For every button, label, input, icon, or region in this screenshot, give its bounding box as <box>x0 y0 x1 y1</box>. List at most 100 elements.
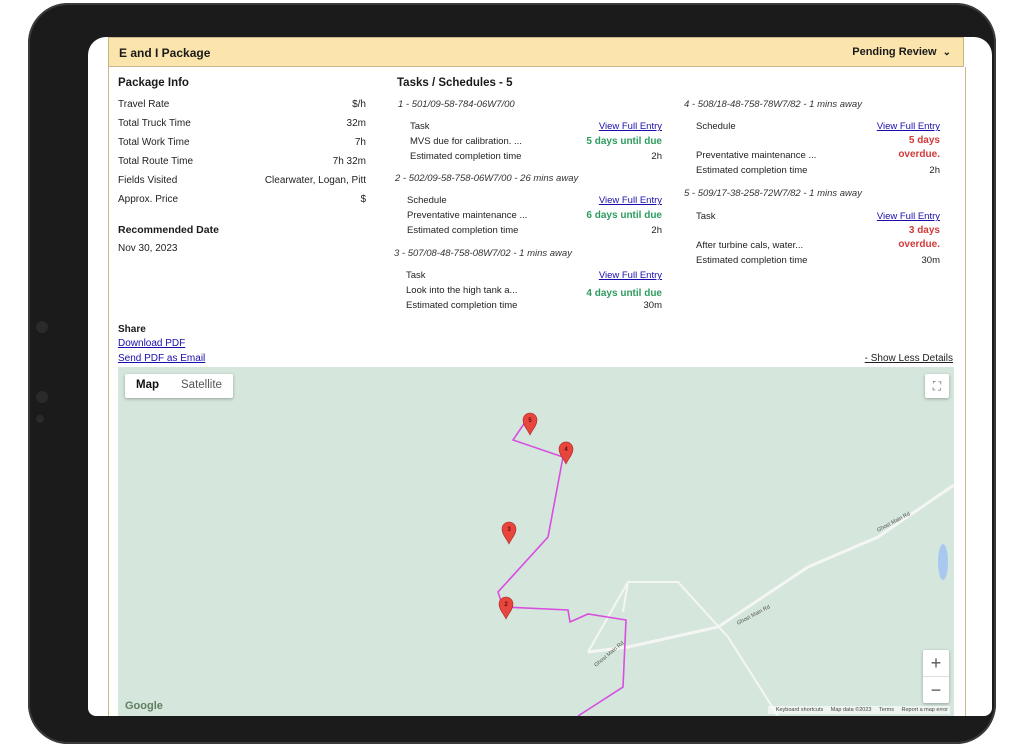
task-description: Preventative maintenance ... <box>407 210 528 221</box>
due-status: 5 days until due <box>586 136 662 147</box>
due-status: 4 days until due <box>586 288 662 299</box>
package-info-row: Total Work Time 7h <box>118 137 366 148</box>
package-info-value: $/h <box>352 99 366 110</box>
estimated-time-label: Estimated completion time <box>406 300 518 311</box>
estimated-time-value: 30m <box>643 300 662 311</box>
view-full-entry-link[interactable]: View Full Entry <box>877 211 940 222</box>
task-type: Task <box>406 270 426 281</box>
task-description: MVS due for calibration. ... <box>410 136 522 147</box>
task-type: Schedule <box>696 121 736 132</box>
package-info-value: 7h <box>354 137 366 148</box>
road-label: Ghost Main Rd <box>876 511 911 534</box>
overdue-status: 5 days <box>908 135 940 146</box>
task-description: Look into the high tank a... <box>406 285 518 296</box>
task-type: Schedule <box>407 195 447 206</box>
overdue-status: overdue. <box>898 149 940 160</box>
task-heading: 2 - 502/09-58-758-06W7/00 - 26 mins away <box>395 173 579 184</box>
package-info-label: Fields Visited <box>118 175 178 186</box>
map-data-label: Map data ©2023 <box>830 707 872 713</box>
estimated-time-label: Estimated completion time <box>410 151 522 162</box>
package-info-row: Total Truck Time 32m <box>118 118 366 129</box>
package-info-title: Package Info <box>118 77 189 89</box>
camera-icon <box>36 321 48 333</box>
sensor-icon <box>36 415 44 423</box>
estimated-time-value: 2h <box>929 165 940 176</box>
task-description: Preventative maintenance ... <box>696 150 817 161</box>
view-full-entry-link[interactable]: View Full Entry <box>599 195 662 206</box>
overdue-status: 3 days <box>908 225 940 236</box>
map-canvas: Ghost Main Rd Ghost Main Rd Ghost Main R… <box>497 412 954 716</box>
fullscreen-icon[interactable]: ⛶ <box>925 374 949 398</box>
package-info-value: 7h 32m <box>332 156 366 167</box>
package-info-value: Clearwater, Logan, Pitt <box>264 175 366 186</box>
task-heading: 1 - 501/09-58-784-06W7/00 <box>398 99 515 110</box>
estimated-time-value: 2h <box>651 225 662 236</box>
recommended-date: Nov 30, 2023 <box>118 243 178 254</box>
task-heading: 3 - 507/08-48-758-08W7/02 - 1 mins away <box>394 248 572 259</box>
download-pdf-link[interactable]: Download PDF <box>118 338 185 349</box>
road-label: Ghost Main Rd <box>736 604 771 627</box>
map-lake <box>938 544 948 580</box>
zoom-controls: + − <box>923 650 949 703</box>
package-info-value: 32m <box>346 118 366 129</box>
google-logo: Google <box>125 700 163 712</box>
estimated-time-value: 2h <box>651 151 662 162</box>
package-info-row: Travel Rate $/h <box>118 99 366 110</box>
map-type-toggle: Map Satellite <box>125 374 233 398</box>
task-type: Task <box>696 211 716 222</box>
package-title: E and I Package <box>119 46 211 60</box>
map-tab[interactable]: Map <box>125 374 170 398</box>
map-marker[interactable]: 3 <box>501 521 517 545</box>
sensor-icon <box>36 391 48 403</box>
marker-pin-icon <box>498 596 514 620</box>
package-info-label: Total Truck Time <box>118 118 191 129</box>
view-full-entry-link[interactable]: View Full Entry <box>877 121 940 132</box>
map-marker[interactable]: 4 <box>558 441 574 465</box>
estimated-time-label: Estimated completion time <box>696 255 808 266</box>
package-info-value: $ <box>360 194 366 205</box>
satellite-tab[interactable]: Satellite <box>170 374 233 398</box>
package-info-row: Total Route Time 7h 32m <box>118 156 366 167</box>
show-less-details-link[interactable]: - Show Less Details <box>865 353 953 364</box>
send-pdf-email-link[interactable]: Send PDF as Email <box>118 353 205 364</box>
app-screen: E and I Package Pending Review ⌄ Package … <box>88 37 992 716</box>
map-marker[interactable]: 5 <box>522 412 538 436</box>
route-line <box>497 414 627 716</box>
estimated-time-label: Estimated completion time <box>407 225 519 236</box>
map-marker[interactable]: 2 <box>498 596 514 620</box>
marker-pin-icon <box>522 412 538 436</box>
task-heading: 5 - 509/17-38-258-72W7/82 - 1 mins away <box>684 188 862 199</box>
task-description: After turbine cals, water... <box>696 240 804 251</box>
road-label: Ghost Main Rd <box>593 640 625 668</box>
tasks-title: Tasks / Schedules - 5 <box>397 77 513 89</box>
map-attribution: Keyboard shortcuts Map data ©2023 Terms … <box>767 706 950 714</box>
due-status: 6 days until due <box>586 210 662 221</box>
view-full-entry-link[interactable]: View Full Entry <box>599 270 662 281</box>
status-label: Pending Review <box>852 46 937 58</box>
view-full-entry-link[interactable]: View Full Entry <box>599 121 662 132</box>
task-type: Task <box>410 121 430 132</box>
report-error-link[interactable]: Report a map error <box>902 707 948 713</box>
terms-link[interactable]: Terms <box>879 707 894 713</box>
marker-pin-icon <box>501 521 517 545</box>
status-dropdown[interactable]: Pending Review ⌄ <box>852 46 951 58</box>
package-info-label: Approx. Price <box>118 194 179 205</box>
package-header[interactable]: E and I Package Pending Review ⌄ <box>108 37 964 67</box>
map-road <box>587 483 954 654</box>
zoom-in-button[interactable]: + <box>923 650 949 676</box>
package-info-row: Approx. Price $ <box>118 194 366 205</box>
package-info-label: Total Work Time <box>118 137 190 148</box>
zoom-out-button[interactable]: − <box>923 677 949 703</box>
tablet-frame: E and I Package Pending Review ⌄ Package … <box>28 3 996 744</box>
estimated-time-value: 30m <box>921 255 940 266</box>
estimated-time-label: Estimated completion time <box>696 165 808 176</box>
package-info-row: Fields Visited Clearwater, Logan, Pitt <box>118 175 366 186</box>
package-info-label: Travel Rate <box>118 99 170 110</box>
recommended-date-title: Recommended Date <box>118 224 219 236</box>
keyboard-shortcuts-link[interactable]: Keyboard shortcuts <box>776 707 823 713</box>
package-info-label: Total Route Time <box>118 156 194 167</box>
overdue-status: overdue. <box>898 239 940 250</box>
chevron-down-icon: ⌄ <box>942 47 951 58</box>
route-map[interactable]: Ghost Main Rd Ghost Main Rd Ghost Main R… <box>118 367 954 716</box>
share-title: Share <box>118 324 146 335</box>
